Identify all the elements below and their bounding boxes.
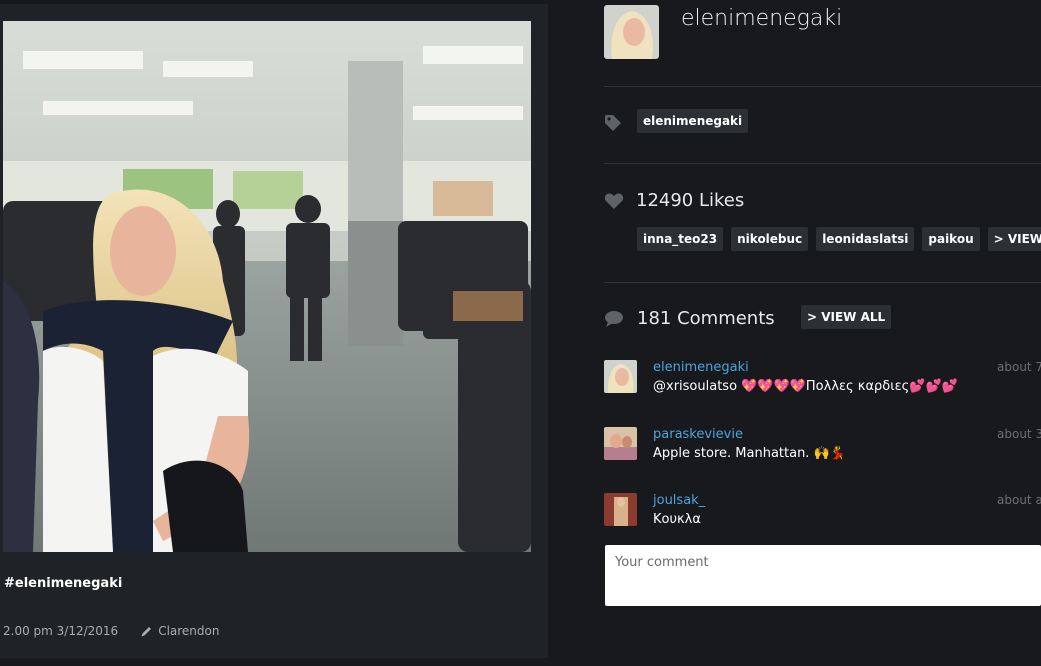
comment-text: Κουκλα bbox=[653, 512, 701, 527]
divider bbox=[604, 282, 1041, 283]
comment-time: about 3 bbox=[997, 427, 1041, 441]
comment-text: @xrisoulatso 💖💖💖💖Πολλες καρδιες💕💕💕 bbox=[653, 379, 958, 394]
comments-count[interactable]: 181 Comments bbox=[637, 308, 775, 329]
post-panel: #elenimenegaki 2.00 pm 3/12/2016 Clarend… bbox=[0, 4, 548, 658]
heart-icon bbox=[604, 193, 624, 209]
comment-icon bbox=[605, 311, 623, 327]
tag-icon bbox=[605, 115, 621, 131]
profile-username[interactable]: elenimenegaki bbox=[681, 6, 842, 31]
liker-chip[interactable]: leonidaslatsi bbox=[816, 227, 915, 251]
tag-chip[interactable]: elenimenegaki bbox=[637, 109, 749, 133]
comment-item: elenimenegaki about 7 @xrisoulatso 💖💖💖💖Π… bbox=[604, 360, 1041, 400]
comment-avatar[interactable] bbox=[604, 493, 637, 526]
comment-username[interactable]: elenimenegaki bbox=[653, 360, 749, 375]
comment-avatar-image bbox=[604, 360, 637, 393]
post-meta: 2.00 pm 3/12/2016 Clarendon bbox=[3, 624, 219, 638]
divider bbox=[604, 86, 1041, 87]
post-filter-label: Clarendon bbox=[158, 624, 220, 638]
comment-input[interactable] bbox=[605, 545, 1041, 606]
post-caption[interactable]: #elenimenegaki bbox=[4, 576, 122, 591]
post-details: elenimenegaki elenimenegaki 12490 Likes … bbox=[604, 0, 1041, 666]
comment-avatar-image bbox=[604, 427, 637, 460]
liker-chip[interactable]: nikolebuc bbox=[731, 227, 809, 251]
avatar[interactable] bbox=[604, 5, 659, 59]
comment-text: Apple store. Manhattan. 🙌💃 bbox=[653, 446, 846, 461]
comment-item: paraskevievie about 3 Apple store. Manha… bbox=[604, 427, 1041, 467]
comments-view-all-button[interactable]: > VIEW ALL bbox=[801, 305, 892, 329]
liker-chip[interactable]: inna_teo23 bbox=[637, 227, 724, 251]
post-time: 2.00 pm 3/12/2016 bbox=[3, 624, 119, 638]
pencil-icon bbox=[141, 626, 152, 636]
comment-avatar[interactable] bbox=[604, 427, 637, 460]
likes-view-all-button[interactable]: > VIEW ALL bbox=[987, 227, 1041, 251]
comment-avatar-image bbox=[604, 493, 637, 526]
comment-username[interactable]: joulsak_ bbox=[653, 493, 705, 508]
comment-username[interactable]: paraskevievie bbox=[653, 427, 743, 442]
post-filter: Clarendon bbox=[140, 624, 219, 638]
comment-item: joulsak_ about a Κουκλα bbox=[604, 493, 1041, 533]
divider bbox=[604, 163, 1041, 164]
likes-count[interactable]: 12490 Likes bbox=[636, 190, 744, 211]
comment-time: about 7 bbox=[997, 360, 1041, 374]
comment-time: about a bbox=[997, 493, 1041, 507]
avatar-image bbox=[604, 5, 659, 59]
post-photo[interactable] bbox=[3, 21, 531, 552]
likers-list: inna_teo23 nikolebuc leonidaslatsi paiko… bbox=[637, 227, 1041, 251]
comment-avatar[interactable] bbox=[604, 360, 637, 393]
liker-chip[interactable]: paikou bbox=[922, 227, 980, 251]
post-photo-image bbox=[3, 21, 531, 552]
